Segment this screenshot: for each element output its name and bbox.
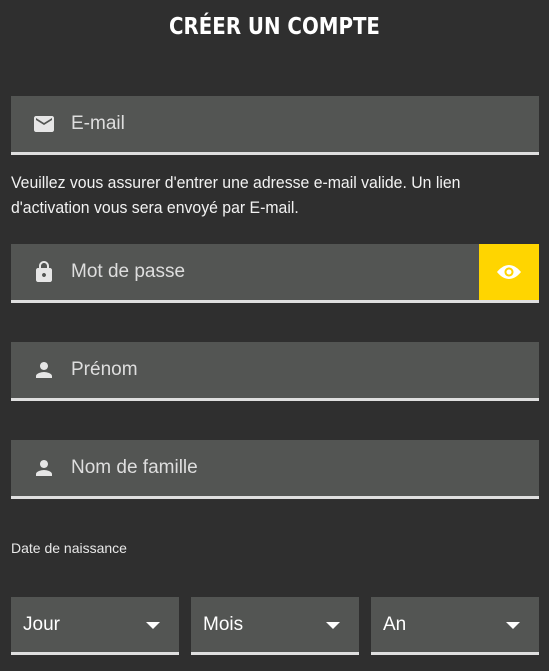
email-input[interactable] — [71, 96, 471, 152]
month-select-value: Mois — [203, 614, 244, 635]
email-help-text: Veuillez vous assurer d'entrer une adres… — [11, 170, 504, 220]
person-icon — [32, 358, 56, 382]
first-name-input[interactable] — [71, 342, 471, 398]
year-select[interactable]: An — [371, 597, 539, 655]
mail-icon — [32, 112, 56, 136]
month-select[interactable]: Mois — [191, 597, 359, 655]
person-icon — [32, 456, 56, 480]
password-input[interactable] — [71, 244, 471, 300]
chevron-down-icon — [326, 622, 340, 629]
email-help-line: Veuillez vous assurer d'entrer une adres… — [11, 173, 461, 192]
year-select-value: An — [383, 614, 407, 635]
show-password-button[interactable] — [479, 244, 539, 300]
lock-icon — [32, 260, 56, 284]
last-name-input[interactable] — [71, 440, 471, 496]
eye-icon — [497, 265, 521, 279]
chevron-down-icon — [146, 622, 160, 629]
day-select-value: Jour — [23, 614, 60, 635]
birthdate-label: Date de naissance — [11, 540, 127, 556]
email-help-line: d'activation vous sera envoyé par E-mail… — [11, 198, 299, 217]
chevron-down-icon — [506, 622, 520, 629]
first-name-field[interactable] — [11, 342, 539, 401]
password-field[interactable] — [11, 244, 539, 303]
page-title: CRÉER UN COMPTE — [169, 14, 380, 40]
email-field[interactable] — [11, 96, 539, 155]
last-name-field[interactable] — [11, 440, 539, 499]
day-select[interactable]: Jour — [11, 597, 179, 655]
